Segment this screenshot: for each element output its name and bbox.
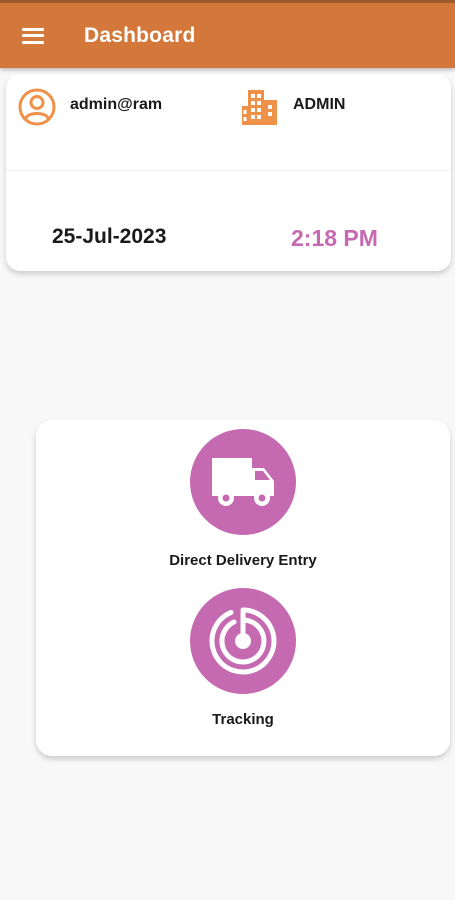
tracking-label: Tracking (212, 711, 274, 728)
date-label: 25-Jul-2023 (52, 225, 167, 248)
time-label: 2:18 PM (291, 225, 378, 251)
tracking-tile[interactable]: Tracking (36, 580, 450, 740)
app-bar: Dashboard (0, 0, 455, 68)
tracking-button[interactable] (190, 588, 296, 694)
hamburger-menu-button[interactable] (0, 2, 66, 70)
tracking-radar-icon (209, 607, 277, 675)
truck-icon (212, 458, 274, 506)
user-info-card: admin@ram ADMIN 25-Jul-2023 2:18 PM (6, 74, 451, 271)
menu-card: Direct Delivery Entry Tracking (36, 420, 450, 756)
user-circle-icon (18, 88, 56, 126)
building-icon (242, 90, 277, 125)
direct-delivery-entry-button[interactable] (190, 429, 296, 535)
user-info-row: admin@ram ADMIN (6, 74, 451, 171)
direct-delivery-entry-tile[interactable]: Direct Delivery Entry (36, 420, 450, 580)
role-label: ADMIN (293, 96, 346, 113)
username-label: admin@ram (70, 96, 163, 113)
hamburger-menu-icon (21, 27, 44, 44)
page-title: Dashboard (84, 23, 196, 47)
direct-delivery-entry-label: Direct Delivery Entry (169, 552, 317, 569)
